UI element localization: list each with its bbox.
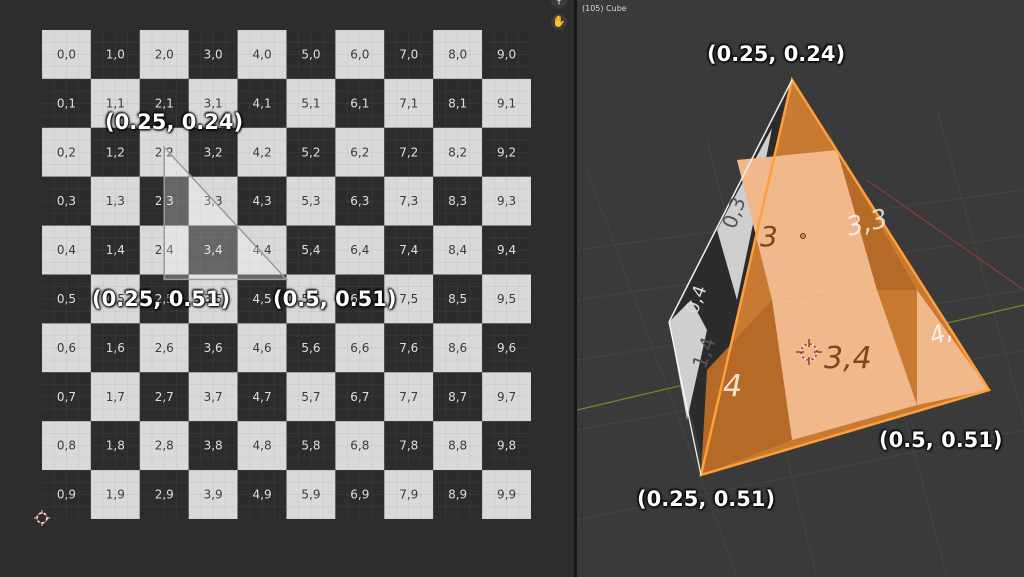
viewport-annotation-top: (0.25, 0.24) [707,42,846,66]
uv-annotation-bottom-left: (0.25, 0.51) [92,287,231,311]
uv-annotation-top: (0.25, 0.24) [105,110,244,134]
face-label-3: 3 [760,220,778,253]
uv-annotation-bottom-right: (0.5, 0.51) [273,287,397,311]
3d-viewport[interactable]: 3 3,3 0,3 0,4 1,4 4 3,4 4, (105) Cube ⚲ … [551,0,1024,577]
face-label-4: 4 [723,369,742,404]
viewport-annotation-bottom-right: (0.5, 0.51) [879,428,1003,452]
object-origin-icon[interactable] [800,233,806,239]
object-label: (105) Cube [582,4,627,13]
viewport-annotation-bottom-left: (0.25, 0.51) [637,487,776,511]
2d-cursor-icon[interactable] [34,510,50,526]
face-label-3-4: 3,4 [824,341,872,376]
uv-editor-pane[interactable]: 0,01,02,03,04,05,06,07,08,09,00,11,12,13… [0,0,574,577]
front-face-light-3 [917,290,989,405]
hand-icon[interactable]: ✋ [551,14,567,30]
uv-grid[interactable]: 0,01,02,03,04,05,06,07,08,09,00,11,12,13… [42,30,531,519]
